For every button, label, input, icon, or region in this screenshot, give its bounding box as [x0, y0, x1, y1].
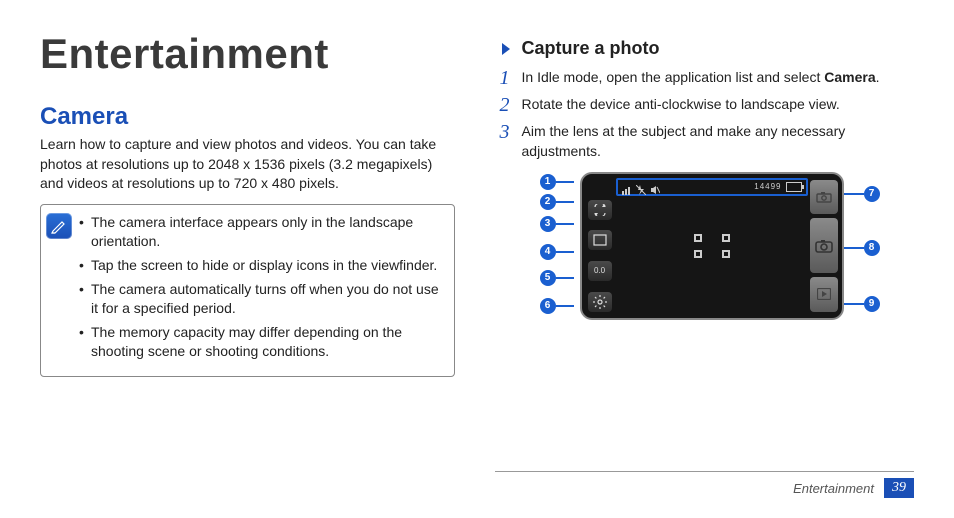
note-icon — [46, 213, 72, 239]
callout: 1 — [540, 174, 574, 190]
camera-viewfinder: 14499 0.0 — [580, 172, 844, 320]
right-column: Capture a photo 1 In Idle mode, open the… — [500, 20, 915, 377]
callout-number: 4 — [540, 244, 556, 260]
battery-icon — [786, 182, 802, 192]
step-item: 2 Rotate the device anti-clockwise to la… — [500, 94, 915, 115]
step-number: 2 — [500, 94, 522, 115]
camera-diagram: 1 2 3 4 5 — [540, 168, 880, 328]
signal-icon — [622, 182, 632, 192]
callout: 9 — [842, 296, 880, 312]
left-column: Entertainment Camera Learn how to captur… — [40, 20, 455, 377]
callout-number: 7 — [864, 186, 880, 202]
step-text: Rotate the device anti-clockwise to land… — [522, 94, 915, 115]
switch-camera-icon — [588, 200, 612, 220]
chevron-right-icon — [500, 41, 514, 57]
step-item: 1 In Idle mode, open the application lis… — [500, 67, 915, 88]
page-number: 39 — [884, 478, 914, 498]
callout: 7 — [842, 186, 880, 202]
footer-section-label: Entertainment — [793, 481, 874, 496]
callout: 3 — [540, 216, 574, 232]
callout-number: 2 — [540, 194, 556, 210]
page-footer: Entertainment 39 — [793, 478, 914, 498]
callout: 2 — [540, 194, 574, 210]
step-text: Aim the lens at the subject and make any… — [522, 121, 915, 162]
note-item: The camera automatically turns off when … — [79, 280, 444, 319]
settings-gear-icon — [588, 292, 612, 312]
step-item: 3 Aim the lens at the subject and make a… — [500, 121, 915, 162]
callout-number: 3 — [540, 216, 556, 232]
focus-brackets-icon — [694, 234, 730, 258]
step-number: 1 — [500, 67, 522, 88]
callout-number: 5 — [540, 270, 556, 286]
flash-off-icon — [636, 182, 646, 192]
callout: 8 — [842, 240, 880, 256]
footer-rule — [495, 471, 914, 472]
step-list: 1 In Idle mode, open the application lis… — [500, 67, 915, 162]
shutter-button-icon — [810, 218, 838, 273]
subsection-title: Capture a photo — [522, 38, 660, 59]
callout-number: 6 — [540, 298, 556, 314]
sound-off-icon — [650, 182, 660, 192]
callout-number: 8 — [864, 240, 880, 256]
note-box: The camera interface appears only in the… — [40, 204, 455, 377]
callout: 6 — [540, 298, 574, 314]
camera-intro-text: Learn how to capture and view photos and… — [40, 135, 455, 194]
gallery-play-icon — [810, 277, 838, 311]
shooting-mode-icon — [588, 230, 612, 250]
step-text-bold: Camera — [824, 69, 875, 85]
note-item: The camera interface appears only in the… — [79, 213, 444, 252]
note-item: The memory capacity may differ depending… — [79, 323, 444, 362]
callout-number: 1 — [540, 174, 556, 190]
camera-mode-icon — [810, 180, 838, 214]
chapter-title: Entertainment — [40, 30, 455, 78]
shots-remaining: 14499 — [754, 182, 781, 191]
step-text: . — [876, 69, 880, 85]
exposure-value-icon: 0.0 — [588, 261, 612, 281]
callout: 5 — [540, 270, 574, 286]
note-item: Tap the screen to hide or display icons … — [79, 256, 444, 276]
step-text: In Idle mode, open the application list … — [522, 69, 825, 85]
step-number: 3 — [500, 121, 522, 162]
callout-number: 9 — [864, 296, 880, 312]
callout: 4 — [540, 244, 574, 260]
section-title-camera: Camera — [40, 103, 455, 131]
camera-status-bar: 14499 — [616, 178, 808, 196]
